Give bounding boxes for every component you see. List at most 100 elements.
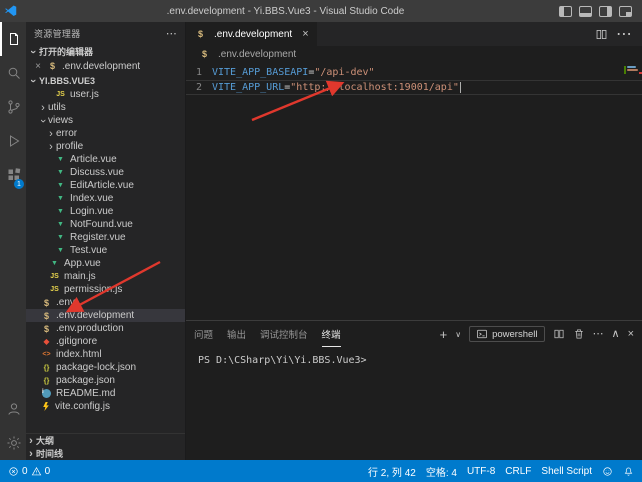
tab-terminal[interactable]: 终端 bbox=[322, 321, 341, 347]
vue-file-icon bbox=[54, 169, 67, 176]
tree-item-index-html[interactable]: index.html bbox=[26, 348, 185, 361]
tree-item-env-development[interactable]: .env.development bbox=[26, 309, 185, 322]
html-file-icon bbox=[40, 351, 53, 358]
breadcrumb[interactable]: .env.development bbox=[186, 46, 642, 62]
panel-tabs: 问题 输出 调试控制台 终端 bbox=[194, 321, 341, 347]
split-terminal-icon[interactable] bbox=[553, 328, 565, 340]
open-editors-header[interactable]: 打开的编辑器 bbox=[26, 44, 185, 59]
run-debug-icon[interactable] bbox=[0, 124, 26, 158]
account-icon[interactable] bbox=[0, 392, 26, 426]
env-file-icon bbox=[40, 324, 53, 334]
language-mode-status[interactable]: Shell Script bbox=[541, 466, 592, 477]
tree-folder-views[interactable]: views bbox=[26, 114, 185, 127]
layout-controls bbox=[549, 6, 642, 17]
settings-gear-icon[interactable] bbox=[0, 426, 26, 460]
tree-item-test-vue[interactable]: Test.vue bbox=[26, 244, 185, 257]
tree-item-main-js[interactable]: main.js bbox=[26, 270, 185, 283]
tree-folder-error[interactable]: error bbox=[26, 127, 185, 140]
tree-folder-utils[interactable]: utils bbox=[26, 101, 185, 114]
tab-env-development[interactable]: .env.development × bbox=[186, 22, 318, 46]
vue-file-icon bbox=[54, 195, 67, 202]
tree-item-editarticle-vue[interactable]: EditArticle.vue bbox=[26, 179, 185, 192]
title-bar: .env.development - Yi.BBS.Vue3 - Visual … bbox=[0, 0, 642, 22]
customize-layout-icon[interactable] bbox=[619, 6, 632, 17]
chevron-right-icon bbox=[26, 436, 36, 446]
terminal-content[interactable]: PS D:\CSharp\Yi\Yi.BBS.Vue3> bbox=[186, 347, 642, 460]
tab-debug-console[interactable]: 调试控制台 bbox=[260, 321, 308, 347]
chevron-down-icon bbox=[28, 76, 38, 86]
open-editor-item[interactable]: × .env.development bbox=[26, 59, 185, 73]
terminal-instance-powershell[interactable]: powershell bbox=[469, 326, 544, 342]
tab-problems[interactable]: 问题 bbox=[194, 321, 213, 347]
vue-file-icon bbox=[54, 247, 67, 254]
explorer-icon[interactable] bbox=[0, 22, 26, 56]
minimap[interactable] bbox=[624, 65, 638, 72]
env-file-icon bbox=[198, 49, 211, 59]
toggle-sidebar-icon[interactable] bbox=[559, 6, 572, 17]
indentation-status[interactable]: 空格: 4 bbox=[426, 464, 457, 479]
chevron-right-icon bbox=[26, 449, 36, 459]
terminal-prompt: PS D:\CSharp\Yi\Yi.BBS.Vue3> bbox=[198, 355, 367, 366]
tab-output[interactable]: 输出 bbox=[227, 321, 246, 347]
project-root-header[interactable]: YI.BBS.VUE3 bbox=[26, 73, 185, 88]
feedback-smiley-icon[interactable] bbox=[602, 466, 613, 477]
eol-status[interactable]: CRLF bbox=[505, 466, 531, 477]
js-file-icon bbox=[48, 273, 61, 280]
close-icon[interactable]: × bbox=[32, 61, 44, 72]
toggle-panel-icon[interactable] bbox=[579, 6, 592, 17]
encoding-status[interactable]: UTF-8 bbox=[467, 466, 495, 477]
tree-item-discuss-vue[interactable]: Discuss.vue bbox=[26, 166, 185, 179]
tree-item-readme-md[interactable]: README.md bbox=[26, 387, 185, 400]
kill-terminal-trash-icon[interactable] bbox=[573, 328, 585, 340]
code-line-1: 1 VITE_APP_BASEAPI = "/api-dev" bbox=[186, 65, 642, 80]
tree-item-user-js[interactable]: user.js bbox=[26, 88, 185, 101]
minimap-line bbox=[627, 69, 638, 71]
tree-item-login-vue[interactable]: Login.vue bbox=[26, 205, 185, 218]
tree-item-gitignore[interactable]: .gitignore bbox=[26, 335, 185, 348]
explorer-more-actions-icon[interactable]: ⋯ bbox=[166, 27, 177, 40]
env-file-icon bbox=[40, 298, 53, 308]
terminal-profile-chevron-icon[interactable]: ∨ bbox=[455, 330, 461, 339]
chevron-right-icon bbox=[38, 103, 48, 113]
tree-folder-profile[interactable]: profile bbox=[26, 140, 185, 153]
problems-status[interactable]: 0 0 bbox=[8, 466, 50, 477]
line-number: 2 bbox=[186, 82, 212, 93]
tree-item-package-lock-json[interactable]: package-lock.json bbox=[26, 361, 185, 374]
chevron-down-icon bbox=[28, 47, 38, 57]
notifications-bell-icon[interactable] bbox=[623, 466, 634, 477]
toggle-secondary-sidebar-icon[interactable] bbox=[599, 6, 612, 17]
maximize-panel-icon[interactable]: ∧ bbox=[612, 329, 620, 340]
vue-file-icon bbox=[54, 221, 67, 228]
tree-item-article-vue[interactable]: Article.vue bbox=[26, 153, 185, 166]
tree-item-app-vue[interactable]: App.vue bbox=[26, 257, 185, 270]
outline-section-header[interactable]: 大纲 bbox=[26, 434, 185, 447]
tree-item-index-vue[interactable]: Index.vue bbox=[26, 192, 185, 205]
tree-item-package-json[interactable]: package.json bbox=[26, 374, 185, 387]
tree-item-env-production[interactable]: .env.production bbox=[26, 322, 185, 335]
json-file-icon bbox=[40, 363, 53, 372]
timeline-section-header[interactable]: 时间线 bbox=[26, 447, 185, 460]
tree-item-env[interactable]: .env bbox=[26, 296, 185, 309]
minimap-line bbox=[627, 66, 636, 68]
cursor-position-status[interactable]: 行 2, 列 42 bbox=[368, 464, 416, 479]
vue-file-icon bbox=[54, 234, 67, 241]
extensions-icon[interactable]: 1 bbox=[0, 158, 26, 192]
close-tab-icon[interactable]: × bbox=[302, 28, 308, 40]
json-file-icon bbox=[40, 376, 53, 385]
close-panel-icon[interactable]: × bbox=[628, 329, 634, 340]
search-icon[interactable] bbox=[0, 56, 26, 90]
panel-more-actions-icon[interactable]: ⋯ bbox=[593, 329, 604, 340]
tree-item-vite-config-js[interactable]: vite.config.js bbox=[26, 400, 185, 413]
split-editor-icon[interactable] bbox=[595, 28, 608, 41]
code-line-2: 2 VITE_APP_URL = "http://localhost:19001… bbox=[186, 80, 642, 95]
source-control-icon[interactable] bbox=[0, 90, 26, 124]
tree-item-permission-js[interactable]: permission.js bbox=[26, 283, 185, 296]
more-actions-icon[interactable]: ⋯ bbox=[616, 24, 632, 44]
tree-item-register-vue[interactable]: Register.vue bbox=[26, 231, 185, 244]
js-file-icon bbox=[54, 91, 67, 98]
new-terminal-icon[interactable]: + bbox=[440, 328, 448, 341]
code-editor[interactable]: 1 VITE_APP_BASEAPI = "/api-dev" 2 VITE_A… bbox=[186, 62, 642, 320]
env-file-icon bbox=[40, 311, 53, 321]
tree-item-notfound-vue[interactable]: NotFound.vue bbox=[26, 218, 185, 231]
sidebar-bottom-sections: 大纲 时间线 bbox=[26, 433, 185, 460]
